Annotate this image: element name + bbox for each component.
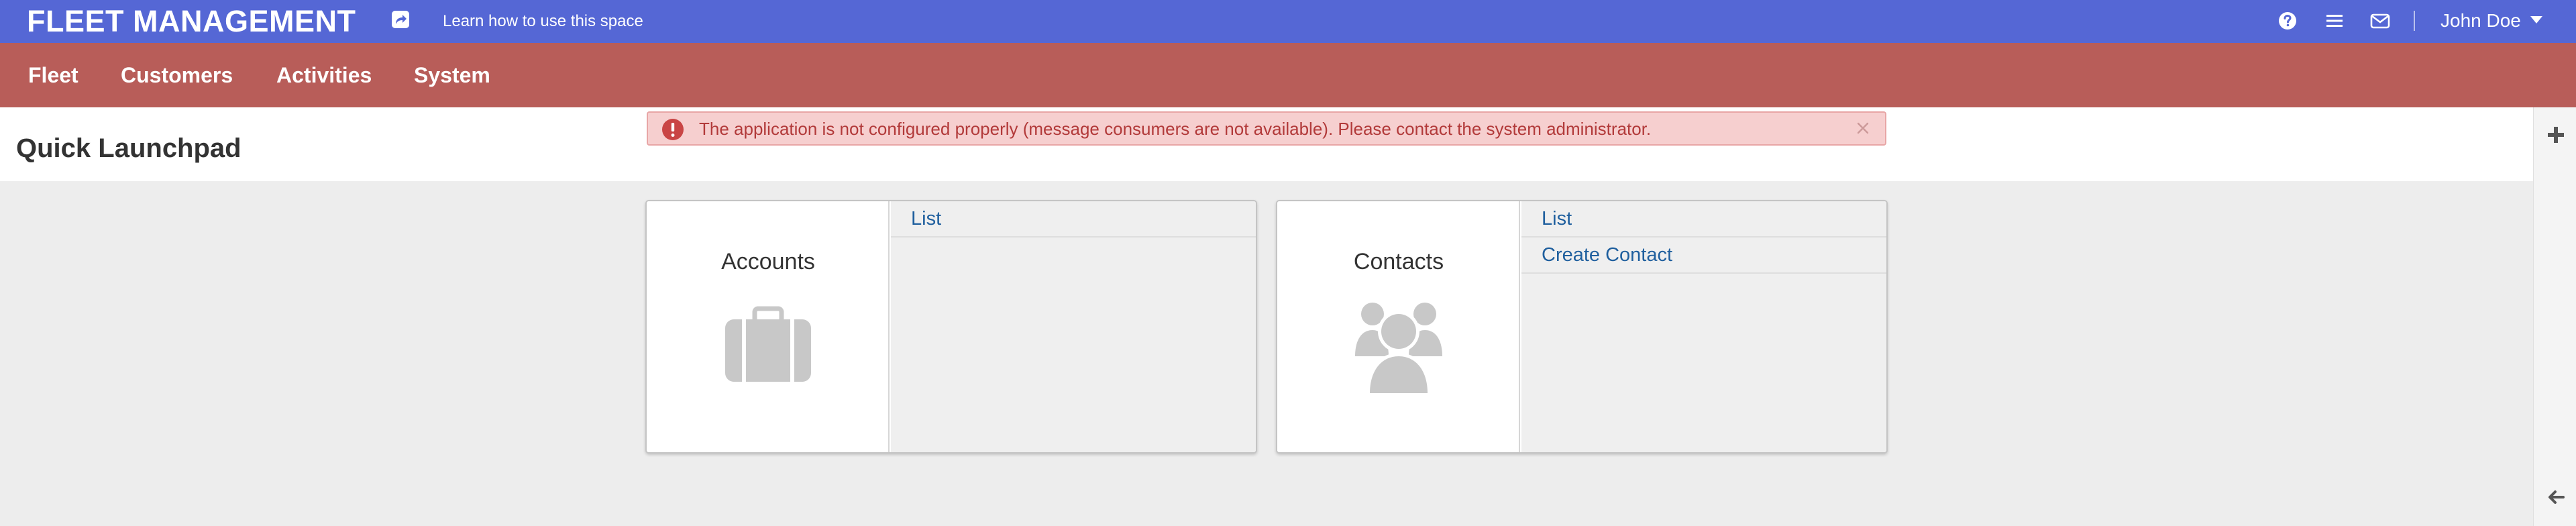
alert-message: The application is not configured proper… — [699, 119, 1652, 139]
nav-item-customers[interactable]: Customers — [121, 62, 233, 89]
arrow-left-icon[interactable] — [2546, 487, 2566, 507]
accounts-list-link[interactable]: List — [891, 201, 1256, 238]
contacts-card-title: Contacts — [1353, 249, 1444, 274]
page-title: Quick Launchpad — [16, 134, 241, 163]
contacts-card-links: List Create Contact — [1521, 201, 1886, 452]
main-navigation: Fleet Customers Activities System — [0, 43, 2576, 107]
right-sidebar — [2533, 107, 2576, 526]
exclamation-circle-icon — [662, 119, 684, 140]
app-brand[interactable]: FLEET MANAGEMENT — [27, 4, 356, 39]
users-icon — [1355, 303, 1442, 396]
user-name: John Doe — [2440, 10, 2521, 31]
share-icon[interactable] — [390, 9, 411, 30]
header-divider — [2414, 11, 2415, 31]
nav-item-activities[interactable]: Activities — [276, 62, 372, 89]
create-contact-link[interactable]: Create Contact — [1521, 238, 1886, 274]
nav-item-system[interactable]: System — [414, 62, 490, 89]
contacts-list-link[interactable]: List — [1521, 201, 1886, 238]
envelope-icon[interactable] — [2369, 10, 2391, 32]
close-icon[interactable] — [1854, 119, 1872, 137]
user-menu[interactable]: John Doe — [2440, 9, 2542, 32]
accounts-card-title: Accounts — [721, 249, 815, 274]
list-icon[interactable] — [2324, 10, 2345, 32]
top-header: FLEET MANAGEMENT Learn how to use this s… — [0, 0, 2576, 43]
plus-icon[interactable] — [2546, 125, 2566, 145]
accounts-card-links: List — [891, 201, 1256, 452]
caret-down-icon — [2530, 16, 2542, 24]
configuration-alert: The application is not configured proper… — [647, 111, 1886, 146]
briefcase-icon — [725, 306, 811, 382]
learn-how-link[interactable]: Learn how to use this space — [443, 11, 643, 32]
accounts-card: Accounts List — [645, 200, 1257, 454]
contacts-card: Contacts List Create Contact — [1276, 200, 1888, 454]
accounts-card-summary[interactable]: Accounts — [647, 201, 890, 452]
question-circle-icon[interactable] — [2277, 10, 2298, 32]
contacts-card-summary[interactable]: Contacts — [1277, 201, 1520, 452]
nav-item-fleet[interactable]: Fleet — [28, 62, 78, 89]
